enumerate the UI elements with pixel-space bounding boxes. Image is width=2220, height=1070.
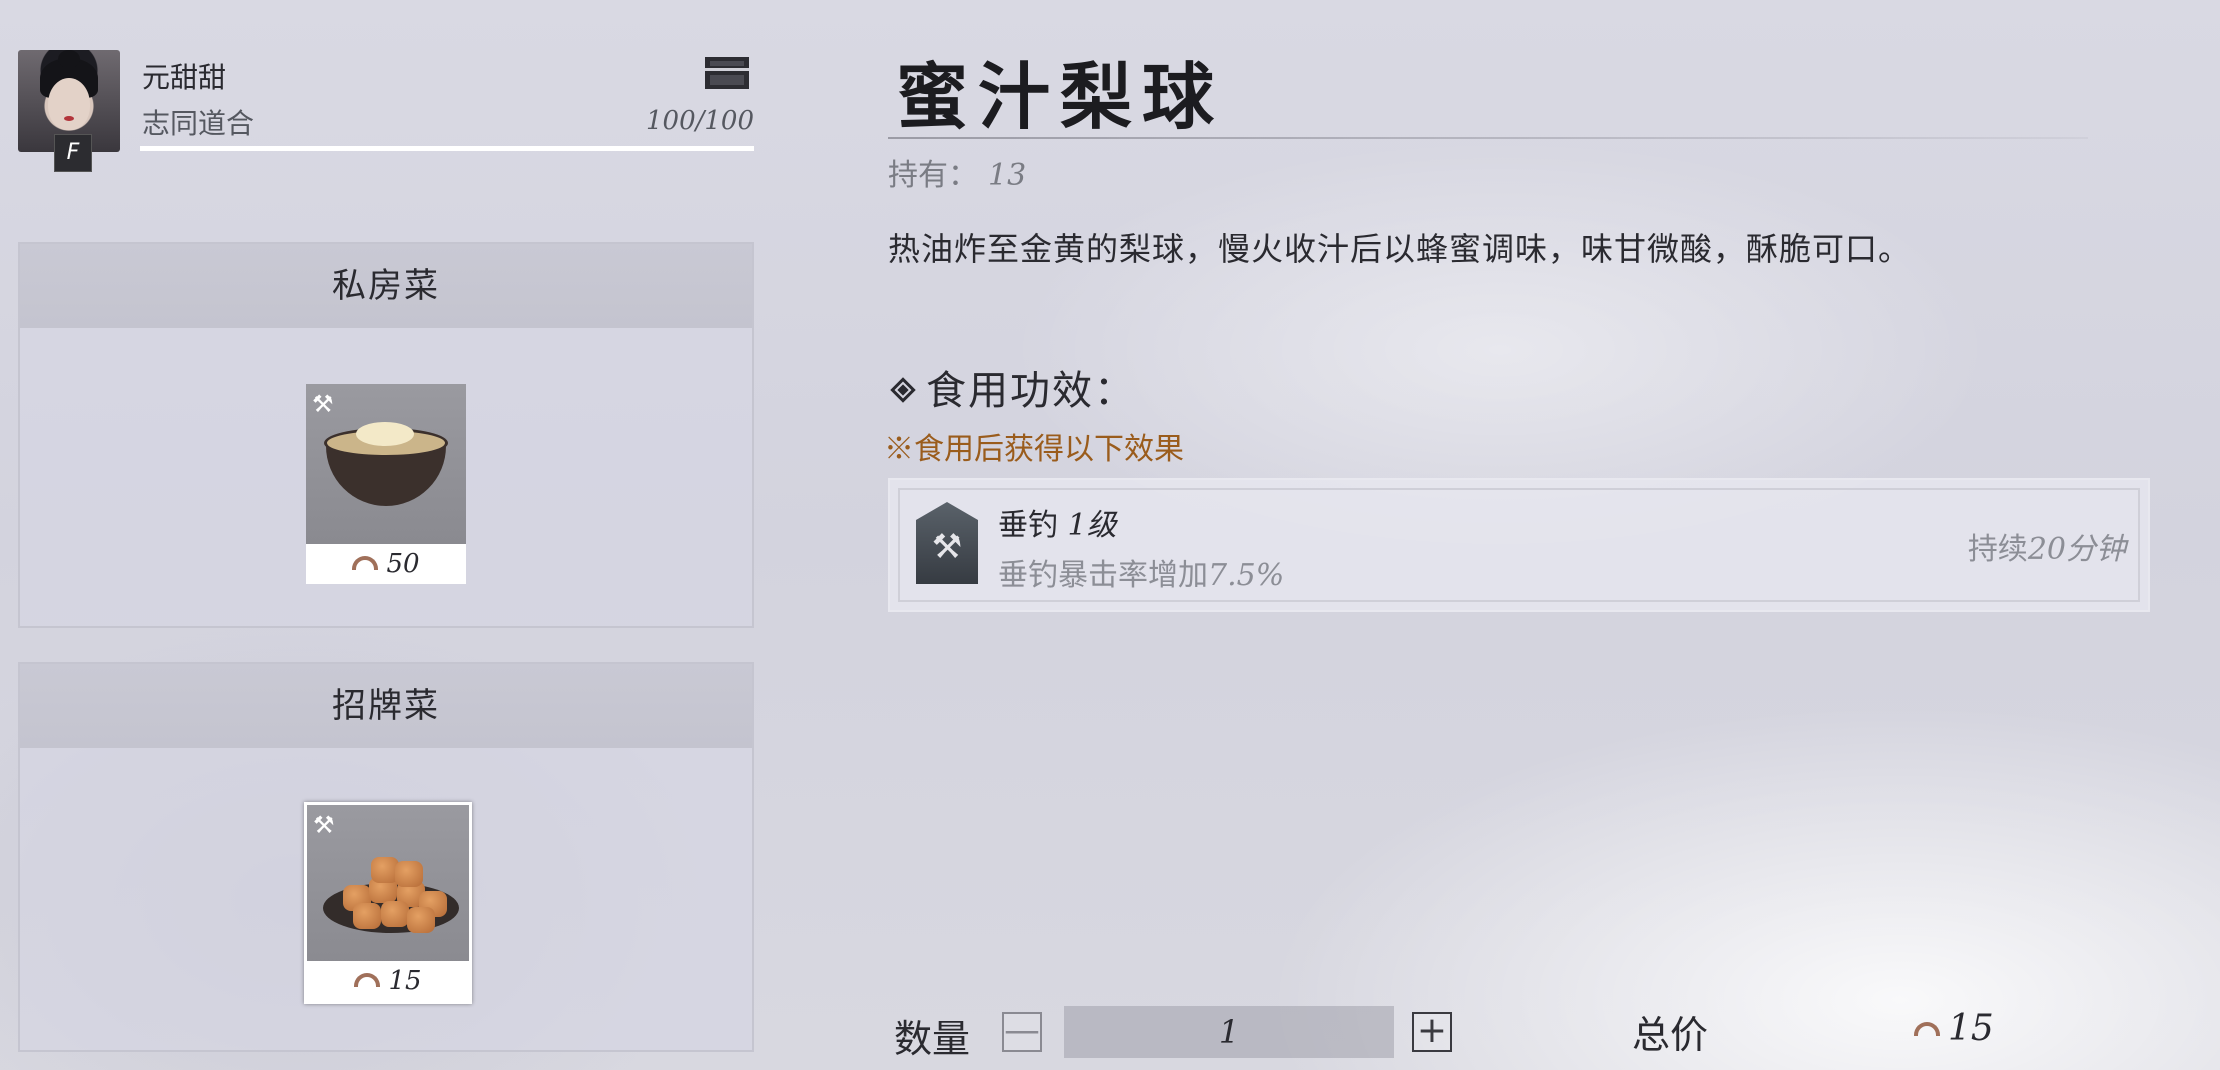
favor-value: 100/100 bbox=[645, 106, 754, 136]
player-name: 元甜甜 bbox=[142, 61, 227, 94]
private-dish-panel: 私房菜 ⚒ 50 bbox=[18, 242, 754, 628]
total-label: 总价 bbox=[1632, 1013, 1709, 1057]
quantity-decrease-button[interactable]: — bbox=[1002, 1012, 1042, 1052]
favor-progress-bar bbox=[140, 146, 754, 151]
chest-icon[interactable] bbox=[704, 56, 750, 90]
currency-icon bbox=[352, 556, 379, 570]
currency-icon bbox=[354, 973, 381, 987]
quantity-label: 数量 bbox=[894, 1017, 971, 1061]
quantity-input[interactable]: 1 bbox=[1064, 1006, 1394, 1058]
dish-price: 15 bbox=[307, 961, 469, 1001]
effect-heading: 食用功效： bbox=[888, 358, 1136, 416]
buff-description: 垂钓暴击率增加7.5% bbox=[998, 558, 1285, 593]
buff-card: ⚒ 垂钓 1级 垂钓暴击率增加7.5% 持续20分钟 bbox=[888, 478, 2150, 612]
tool-icon: ⚒ bbox=[312, 390, 334, 418]
panel-title: 私房菜 bbox=[20, 244, 752, 328]
dish-price: 50 bbox=[306, 544, 466, 584]
dish-title: 蜜汁梨球 bbox=[896, 54, 1225, 139]
profile-header: F 元甜甜 志同道合 100/100 bbox=[18, 50, 754, 172]
owned-count: 持有： 13 bbox=[888, 158, 1027, 193]
quantity-increase-button[interactable]: + bbox=[1412, 1012, 1452, 1052]
rank-badge: F bbox=[54, 134, 92, 172]
panel-title: 招牌菜 bbox=[20, 664, 752, 748]
dish-description: 热油炸至金黄的梨球，慢火收汁后以蜂蜜调味，味甘微酸，酥脆可口。 bbox=[888, 230, 1912, 268]
dish-card[interactable]: ⚒ 50 bbox=[306, 384, 466, 584]
signature-dish-panel: 招牌菜 ⚒ 15 bbox=[18, 662, 754, 1052]
total-price: 15 bbox=[1914, 1008, 1994, 1049]
pear-balls-dish-icon: ⚒ bbox=[307, 805, 469, 967]
diamond-icon bbox=[890, 377, 916, 403]
favor-progress-fill bbox=[140, 146, 754, 151]
buff-name: 垂钓 1级 bbox=[998, 508, 1117, 543]
tool-icon: ⚒ bbox=[313, 811, 335, 839]
bowl-dish-icon: ⚒ bbox=[306, 384, 466, 544]
dish-card-selected[interactable]: ⚒ 15 bbox=[304, 802, 472, 1004]
buff-duration: 持续20分钟 bbox=[1967, 532, 2126, 567]
title-divider bbox=[888, 137, 2088, 139]
currency-icon bbox=[1914, 1022, 1940, 1036]
effect-note: ※食用后获得以下效果 bbox=[884, 432, 1184, 467]
relation-status: 志同道合 bbox=[142, 107, 255, 140]
